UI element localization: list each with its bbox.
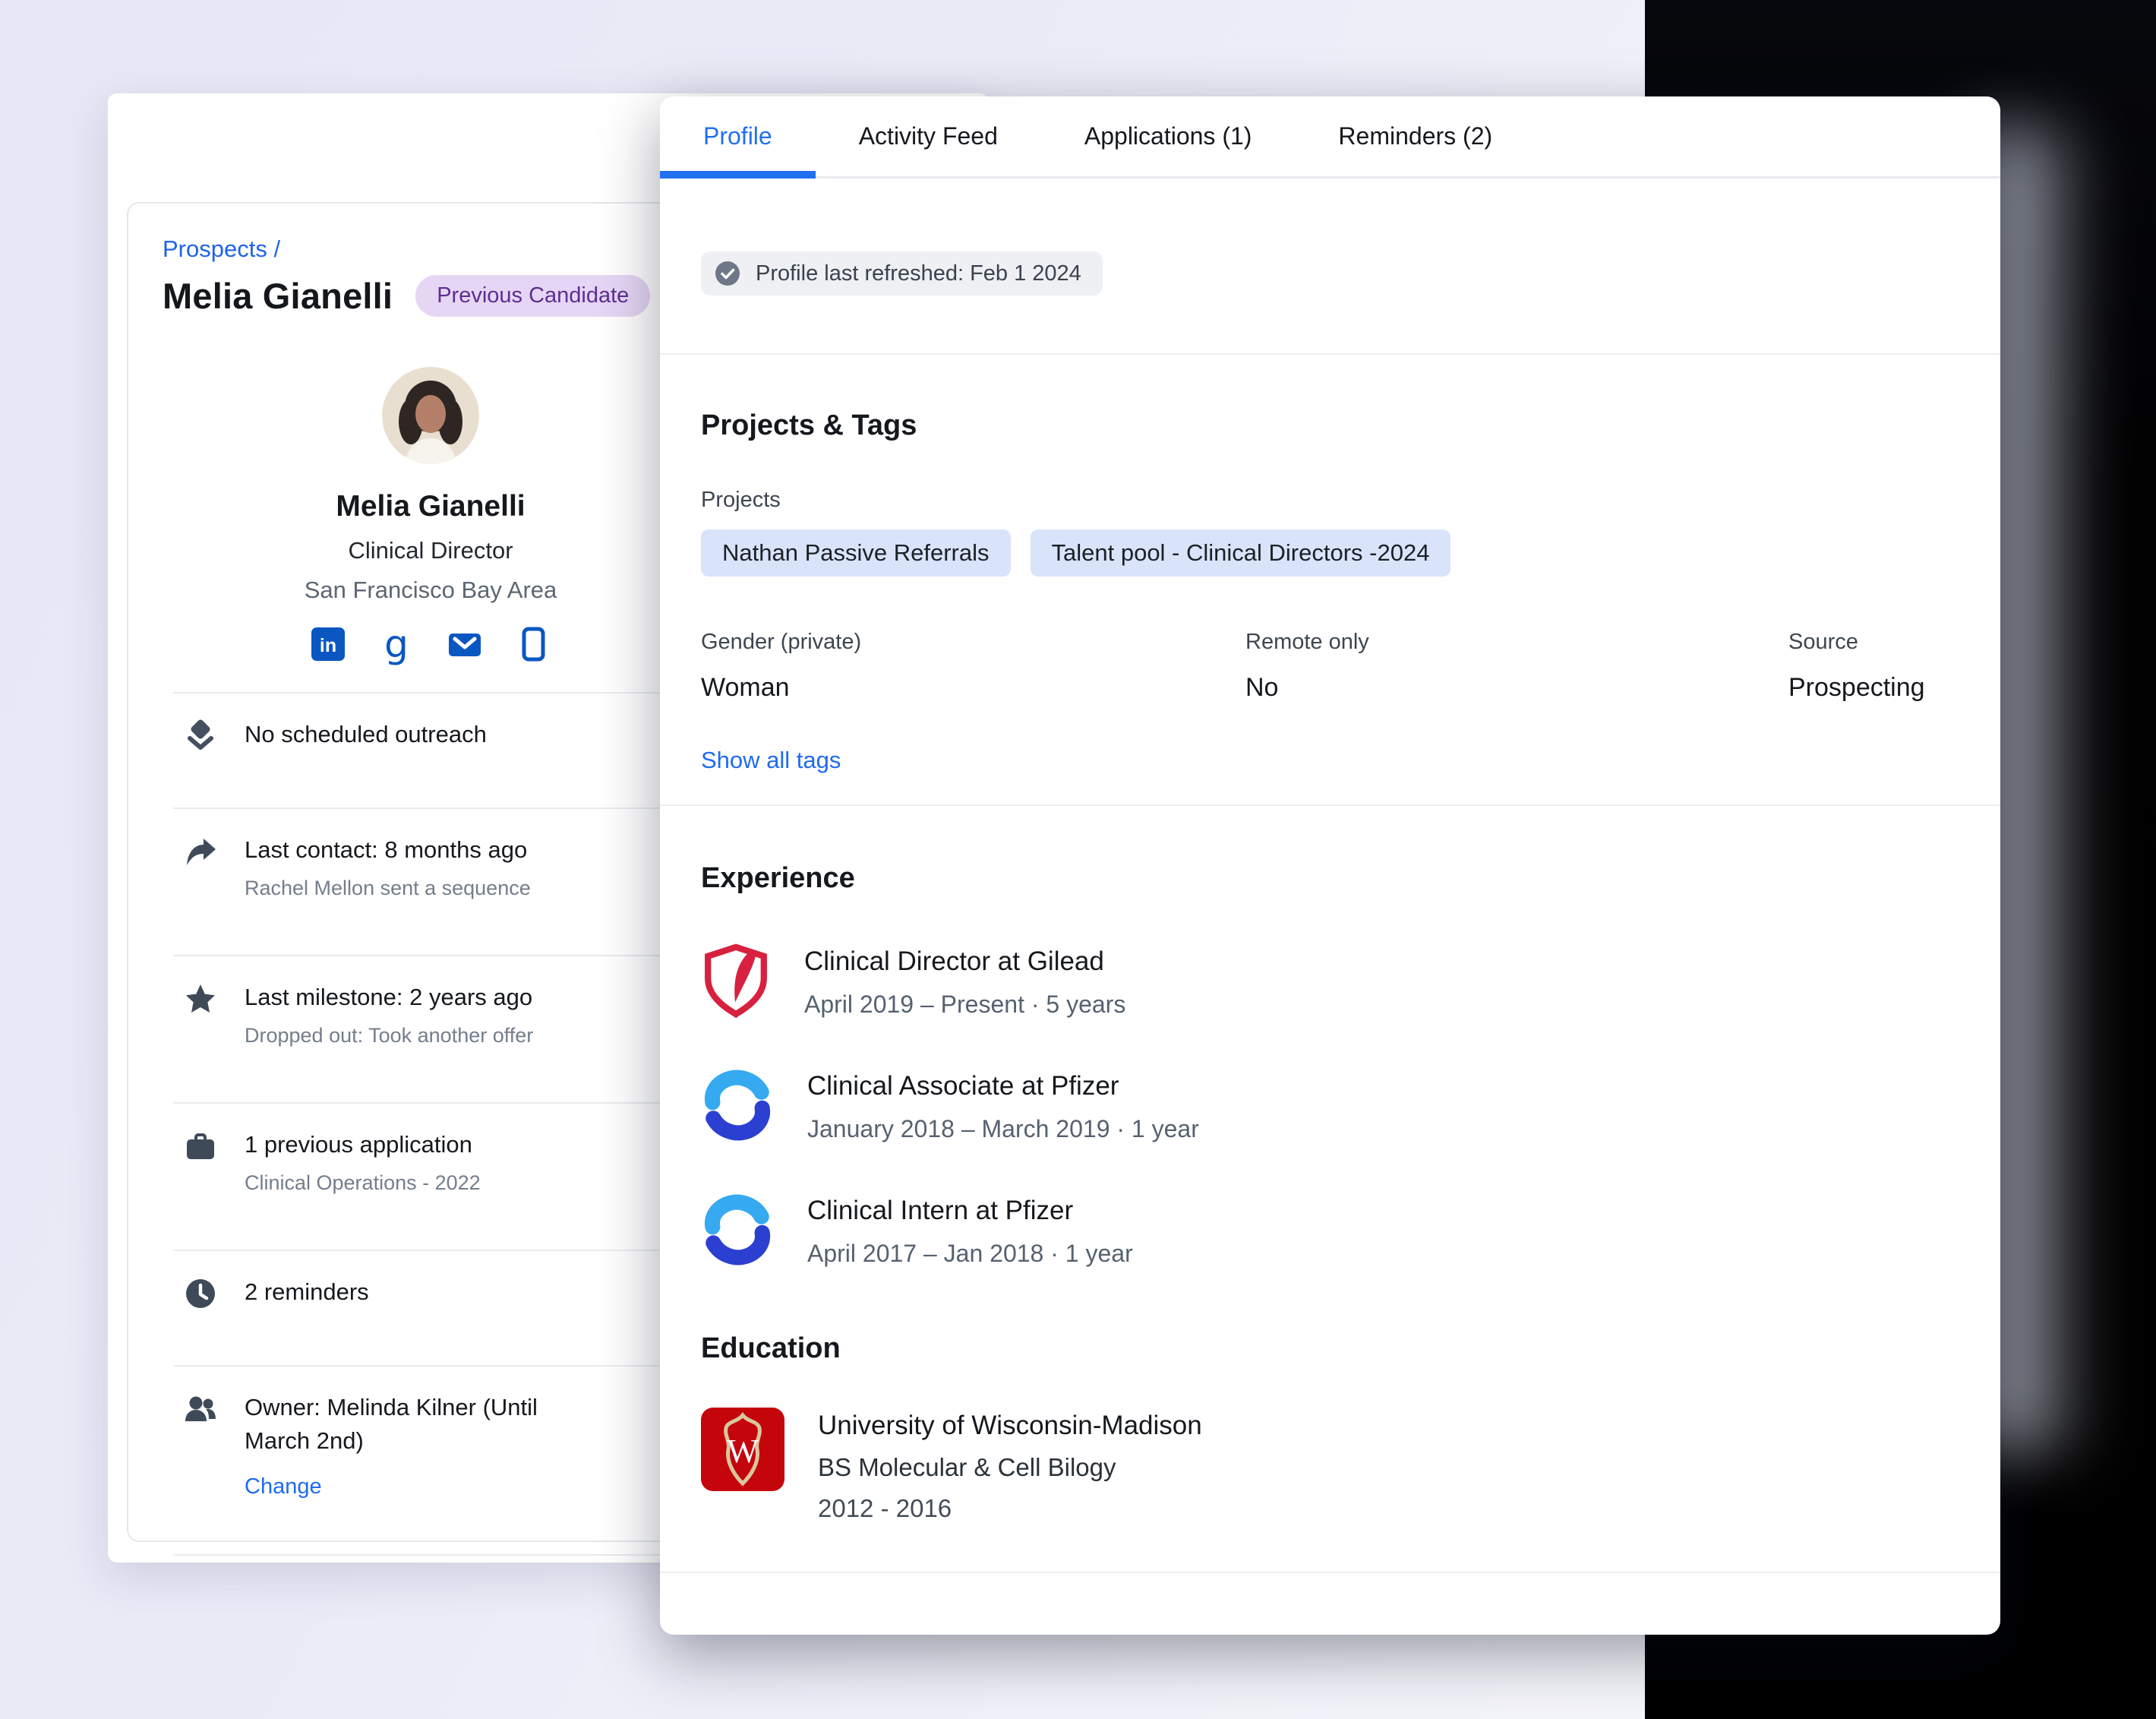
previous-candidate-badge: Previous Candidate <box>415 275 650 317</box>
profile-header: Melia Gianelli Clinical Director San Fra… <box>163 367 699 662</box>
svg-text:in: in <box>320 635 336 656</box>
profile-title: Clinical Director <box>163 537 699 564</box>
star-icon <box>184 982 217 1016</box>
tab-bar: Profile Activity Feed Applications (1) R… <box>660 96 2000 179</box>
item-title: 2 reminders <box>245 1275 369 1309</box>
experience-heading: Experience <box>701 806 1959 895</box>
pfizer-logo <box>701 1191 774 1269</box>
experience-title: Clinical Associate at Pfizer <box>807 1066 1199 1101</box>
project-chip[interactable]: Nathan Passive Referrals <box>701 529 1011 577</box>
briefcase-icon <box>184 1130 217 1163</box>
profile-name: Melia Gianelli <box>163 490 699 523</box>
projects-tags-heading: Projects & Tags <box>701 355 1959 442</box>
education-entry: W University of Wisconsin-Madison BS Mol… <box>701 1408 1959 1523</box>
item-title: Last contact: 8 months ago <box>245 833 531 867</box>
tab-activity-feed[interactable]: Activity Feed <box>816 96 1041 176</box>
breadcrumb[interactable]: Prospects / <box>163 235 280 263</box>
tab-applications[interactable]: Applications (1) <box>1041 96 1296 176</box>
field-source: Source Prospecting <box>1788 630 1959 703</box>
education-degree: BS Molecular & Cell Bilogy <box>818 1453 1202 1482</box>
item-subtitle: Clinical Operations - 2022 <box>245 1171 481 1195</box>
education-heading: Education <box>701 1269 1959 1365</box>
experience-meta: April 2019 – Present · 5 years <box>804 991 1125 1019</box>
people-icon <box>184 1392 217 1426</box>
svg-text:W: W <box>727 1433 759 1470</box>
profile-location: San Francisco Bay Area <box>163 577 699 604</box>
experience-meta: January 2018 – March 2019 · 1 year <box>807 1115 1199 1143</box>
item-subtitle: Dropped out: Took another offer <box>245 1024 533 1048</box>
experience-entry: Clinical Associate at Pfizer January 201… <box>701 1066 1959 1144</box>
mail-icon[interactable] <box>447 627 482 662</box>
field-value: No <box>1245 673 1788 703</box>
experience-title: Clinical Intern at Pfizer <box>807 1191 1133 1226</box>
profile-refreshed-chip: Profile last refreshed: Feb 1 2024 <box>701 251 1103 295</box>
avatar <box>382 367 479 464</box>
field-label: Gender (private) <box>701 630 1245 655</box>
pfizer-logo <box>701 1066 774 1144</box>
field-remote-only: Remote only No <box>1245 630 1788 703</box>
g-icon[interactable]: g <box>379 627 414 662</box>
phone-icon[interactable] <box>516 627 551 662</box>
education-years: 2012 - 2016 <box>818 1494 1202 1523</box>
share-icon <box>184 835 217 868</box>
experience-title: Clinical Director at Gilead <box>804 942 1125 977</box>
tab-profile[interactable]: Profile <box>660 96 816 176</box>
item-title: 1 previous application <box>245 1128 481 1161</box>
field-value: Woman <box>701 673 1245 703</box>
refreshed-text: Profile last refreshed: Feb 1 2024 <box>756 261 1081 286</box>
experience-entry: Clinical Intern at Pfizer April 2017 – J… <box>701 1191 1959 1269</box>
project-chip[interactable]: Talent pool - Clinical Directors -2024 <box>1031 529 1451 577</box>
field-label: Remote only <box>1245 630 1788 655</box>
profile-detail-card: Profile Activity Feed Applications (1) R… <box>660 96 2000 1635</box>
linkedin-icon[interactable]: in <box>311 627 346 662</box>
layers-icon <box>184 719 217 753</box>
uw-madison-logo: W <box>701 1408 784 1491</box>
check-circle-icon <box>715 261 740 286</box>
education-school: University of Wisconsin-Madison <box>818 1408 1202 1441</box>
item-title: Owner: Melinda Kilner (Until March 2nd) <box>245 1391 586 1458</box>
field-gender: Gender (private) Woman <box>701 630 1245 703</box>
field-value: Prospecting <box>1788 673 1959 703</box>
tab-reminders[interactable]: Reminders (2) <box>1295 96 1536 176</box>
show-all-tags-link[interactable]: Show all tags <box>701 747 841 774</box>
page-title: Melia Gianelli <box>163 275 393 317</box>
page-background: Prospects / Melia Gianelli Previous Cand… <box>0 0 2156 1719</box>
experience-entry: Clinical Director at Gilead April 2019 –… <box>701 942 1959 1019</box>
change-owner-link[interactable]: Change <box>245 1474 322 1499</box>
experience-meta: April 2017 – Jan 2018 · 1 year <box>807 1240 1133 1268</box>
projects-label: Projects <box>701 488 1959 513</box>
gilead-logo <box>701 942 771 1019</box>
divider <box>660 1572 2000 1573</box>
item-subtitle: Rachel Mellon sent a sequence <box>245 877 531 900</box>
item-title: No scheduled outreach <box>245 718 487 751</box>
item-title: Last milestone: 2 years ago <box>245 981 533 1014</box>
field-label: Source <box>1788 630 1959 655</box>
clock-icon <box>184 1277 217 1310</box>
